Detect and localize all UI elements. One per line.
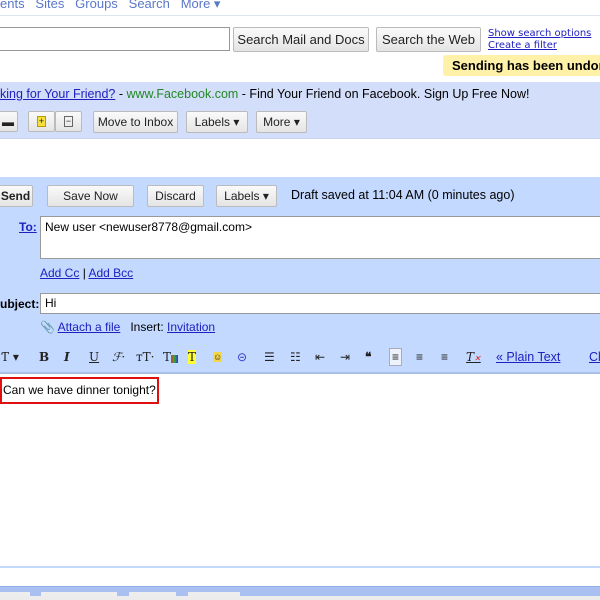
- top-nav: ents Sites Groups Search More ▾: [0, 0, 220, 12]
- align-center-icon[interactable]: ≡: [416, 350, 423, 364]
- quote-icon[interactable]: ❝: [365, 350, 371, 364]
- search-input[interactable]: [0, 27, 230, 51]
- nav-item[interactable]: ents: [0, 0, 25, 11]
- search-mail-button[interactable]: Search Mail and Docs: [233, 27, 369, 52]
- plain-text-link[interactable]: « Plain Text: [496, 350, 560, 364]
- star-add-button[interactable]: +: [28, 111, 55, 132]
- check-spelling-link[interactable]: Cl: [589, 350, 600, 364]
- paperclip-icon: 📎: [40, 320, 55, 334]
- attach-file-link[interactable]: Attach a file: [58, 320, 121, 334]
- ad-bar: king for Your Friend? - www.Facebook.com…: [0, 82, 600, 106]
- indent-less-icon[interactable]: ⇤: [315, 350, 325, 364]
- compose-labels-button[interactable]: Labels ▾: [216, 185, 277, 207]
- labels-button[interactable]: Labels ▾: [186, 111, 248, 133]
- align-left-icon[interactable]: ≡: [389, 348, 403, 366]
- bulleted-list-icon[interactable]: ☷: [290, 350, 301, 364]
- ad-link[interactable]: king for Your Friend?: [0, 87, 115, 101]
- save-now-button[interactable]: Save Now: [47, 185, 134, 207]
- divider: [0, 138, 600, 139]
- ad-text: - Find Your Friend on Facebook. Sign Up …: [238, 87, 530, 101]
- align-right-icon[interactable]: ≡: [441, 350, 448, 364]
- nav-sites[interactable]: Sites: [35, 0, 64, 11]
- discard-button[interactable]: Discard: [147, 185, 204, 207]
- move-to-inbox-button[interactable]: Move to Inbox: [93, 111, 178, 133]
- nav-more[interactable]: More ▾: [181, 0, 221, 11]
- add-bcc-link[interactable]: Add Bcc: [88, 266, 133, 280]
- emoticon-icon[interactable]: ☺: [213, 352, 223, 362]
- ad-sep: -: [115, 87, 127, 101]
- text-color-icon[interactable]: T■: [163, 350, 178, 364]
- nav-search[interactable]: Search: [129, 0, 170, 11]
- font-family-icon[interactable]: ℱ·: [112, 350, 125, 364]
- font-icon[interactable]: Ƭ ▾: [1, 350, 19, 364]
- invitation-link[interactable]: Invitation: [167, 320, 215, 334]
- highlight-color-icon[interactable]: T: [188, 350, 197, 364]
- subject-field[interactable]: Hi: [40, 293, 600, 314]
- search-web-button[interactable]: Search the Web: [376, 27, 481, 52]
- status-bar: [0, 596, 600, 600]
- show-search-options-link[interactable]: Show search options: [488, 28, 591, 39]
- minus-icon: −: [63, 116, 74, 127]
- to-field[interactable]: New user <newuser8778@gmail.com>: [40, 216, 600, 259]
- create-filter-link[interactable]: Create a filter: [488, 40, 557, 51]
- underline-icon[interactable]: U: [89, 350, 99, 364]
- insert-label: Insert:: [130, 320, 164, 334]
- plus-icon: +: [36, 116, 47, 127]
- font-size-icon[interactable]: тT·: [136, 350, 154, 364]
- undo-notice: Sending has been undon: [443, 55, 600, 76]
- nav-groups[interactable]: Groups: [75, 0, 118, 11]
- send-button[interactable]: Send: [0, 185, 33, 207]
- bold-icon[interactable]: B: [39, 350, 49, 364]
- highlighted-text: Can we have dinner tonight?: [0, 377, 159, 404]
- star-remove-button[interactable]: −: [55, 111, 82, 132]
- italic-icon[interactable]: I: [64, 350, 70, 364]
- ad-url[interactable]: www.Facebook.com: [126, 87, 238, 101]
- remove-formatting-icon[interactable]: T✕: [466, 350, 481, 364]
- divider: [0, 15, 600, 16]
- more-button[interactable]: More ▾: [256, 111, 307, 133]
- draft-status: Draft saved at 11:04 AM (0 minutes ago): [291, 188, 515, 202]
- attach-row: 📎 Attach a file Insert: Invitation: [40, 320, 215, 334]
- indent-more-icon[interactable]: ⇥: [340, 350, 350, 364]
- numbered-list-icon[interactable]: ☰: [264, 350, 275, 364]
- add-cc-link[interactable]: Add Cc: [40, 266, 79, 280]
- to-label[interactable]: To:: [19, 220, 37, 234]
- archive-button[interactable]: ▬: [0, 111, 18, 132]
- link-icon[interactable]: ⊝: [237, 350, 247, 364]
- cc-bcc-links: Add Cc | Add Bcc: [40, 266, 133, 280]
- subject-label: ubject:: [0, 297, 40, 311]
